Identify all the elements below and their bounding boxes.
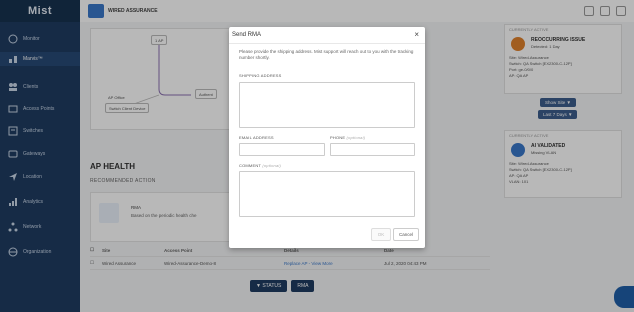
phone-optional-note: (optional) <box>346 135 366 140</box>
comment-label: COMMENT (optional) <box>239 163 281 168</box>
dialog-description: Please provide the shipping address. Mis… <box>239 49 414 60</box>
phone-label-text: PHONE <box>330 135 346 140</box>
comment-field[interactable] <box>239 171 415 217</box>
dialog-title: Send RMA <box>232 32 262 38</box>
shipping-address-label: SHIPPING ADDRESS <box>239 73 282 78</box>
ok-button[interactable]: OK <box>371 228 391 241</box>
cancel-button[interactable]: Cancel <box>393 228 419 241</box>
send-rma-dialog: Send RMA × Please provide the shipping a… <box>229 27 425 248</box>
dialog-header: Send RMA × <box>229 27 425 44</box>
comment-optional-note: (optional) <box>262 163 281 168</box>
close-icon[interactable]: × <box>414 30 419 39</box>
shipping-address-field[interactable] <box>239 82 415 128</box>
phone-label: PHONE (optional) <box>330 135 365 140</box>
comment-label-text: COMMENT <box>239 163 261 168</box>
email-label: EMAIL ADDRESS <box>239 135 274 140</box>
email-field[interactable] <box>239 143 325 156</box>
phone-field[interactable] <box>330 143 415 156</box>
